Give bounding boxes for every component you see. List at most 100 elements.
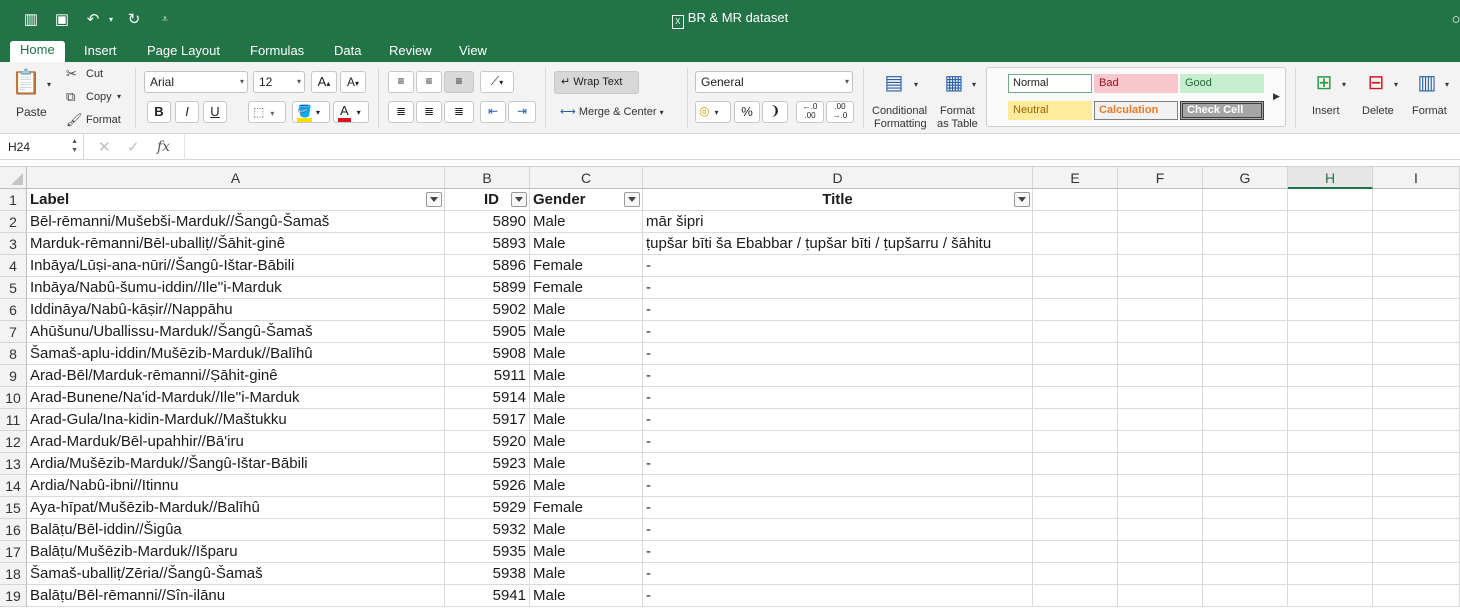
empty-cell[interactable] [1033, 343, 1118, 365]
table-cell-id[interactable]: 5893 [445, 233, 530, 255]
table-cell-gender[interactable]: Female [530, 255, 643, 277]
row-header[interactable]: 9 [0, 365, 27, 387]
table-cell-label[interactable]: Arad-Bunene/Na'id-Marduk//Ile''i-Marduk [27, 387, 445, 409]
row-header[interactable]: 16 [0, 519, 27, 541]
delete-dropdown-icon[interactable]: ▾ [1394, 80, 1398, 89]
empty-cell[interactable] [1203, 585, 1288, 607]
table-cell-label[interactable]: Balāṭu/Bēl-rēmanni//Sîn-ilānu [27, 585, 445, 607]
table-cell-title[interactable]: mār šipri [643, 211, 1033, 233]
borders-button[interactable]: ⬚ ▾ [248, 101, 286, 123]
empty-cell[interactable] [1033, 563, 1118, 585]
row-header[interactable]: 15 [0, 497, 27, 519]
table-cell-label[interactable]: Iddināya/Nabû-kāṣir//Nappāhu [27, 299, 445, 321]
empty-cell[interactable] [1288, 475, 1373, 497]
table-cell-label[interactable]: Šamaš-uballiṭ/Zēria//Šangû-Šamaš [27, 563, 445, 585]
percent-button[interactable]: % [734, 101, 760, 123]
table-cell-title[interactable]: - [643, 387, 1033, 409]
empty-cell[interactable] [1203, 233, 1288, 255]
empty-cell[interactable] [1033, 387, 1118, 409]
tab-insert[interactable]: Insert [74, 42, 127, 62]
table-cell-label[interactable]: Balāṭu/Mušēzib-Marduk//Išparu [27, 541, 445, 563]
empty-cell[interactable] [1118, 211, 1203, 233]
decrease-font-size-button[interactable]: A▾ [340, 71, 366, 93]
name-box[interactable]: H24 ▲ ▼ [0, 134, 84, 160]
style-check-cell[interactable]: Check Cell [1180, 101, 1264, 120]
fill-color-button[interactable]: 🪣 ▾ [292, 101, 330, 123]
table-cell-label[interactable]: Ahūšunu/Uballissu-Marduk//Šangû-Šamaš [27, 321, 445, 343]
header-cell-label[interactable]: Label [27, 189, 445, 211]
empty-cell[interactable] [1288, 585, 1373, 607]
font-color-button[interactable]: A ▾ [333, 101, 369, 123]
tab-page-layout[interactable]: Page Layout [137, 42, 230, 62]
row-header[interactable]: 4 [0, 255, 27, 277]
font-name-select[interactable]: Arial ▾ [144, 71, 248, 93]
column-header-b[interactable]: B [445, 167, 530, 189]
formula-input[interactable] [184, 134, 1460, 160]
row-header[interactable]: 1 [0, 189, 27, 211]
column-header-a[interactable]: A [27, 167, 445, 189]
filter-dropdown-icon[interactable] [426, 192, 442, 207]
table-cell-label[interactable]: Aya-hīpat/Mušēzib-Marduk//Balīhû [27, 497, 445, 519]
bold-button[interactable]: B [147, 101, 171, 123]
row-header[interactable]: 3 [0, 233, 27, 255]
table-cell-label[interactable]: Ardia/Nabû-ibni//Itinnu [27, 475, 445, 497]
table-cell-id[interactable]: 5899 [445, 277, 530, 299]
style-calculation[interactable]: Calculation [1094, 101, 1178, 120]
empty-cell[interactable] [1118, 387, 1203, 409]
empty-cell[interactable] [1373, 563, 1460, 585]
filter-dropdown-icon[interactable] [624, 192, 640, 207]
table-cell-title[interactable]: - [643, 453, 1033, 475]
empty-cell[interactable] [1033, 299, 1118, 321]
empty-cell[interactable] [1203, 431, 1288, 453]
table-cell-id[interactable]: 5911 [445, 365, 530, 387]
increase-font-size-button[interactable]: A▴ [311, 71, 337, 93]
row-header[interactable]: 8 [0, 343, 27, 365]
empty-cell[interactable] [1033, 255, 1118, 277]
empty-cell[interactable] [1288, 541, 1373, 563]
comma-style-button[interactable]: ❩ [762, 101, 788, 123]
table-cell-id[interactable]: 5941 [445, 585, 530, 607]
copy-label[interactable]: Copy [86, 91, 112, 103]
table-cell-id[interactable]: 5902 [445, 299, 530, 321]
decrease-decimal-button[interactable]: .00 →.0 [826, 101, 854, 123]
table-cell-title[interactable]: - [643, 541, 1033, 563]
row-header[interactable]: 2 [0, 211, 27, 233]
table-cell-gender[interactable]: Male [530, 475, 643, 497]
empty-cell[interactable] [1288, 255, 1373, 277]
table-cell-title[interactable]: - [643, 343, 1033, 365]
empty-cell[interactable] [1033, 497, 1118, 519]
empty-cell[interactable] [1033, 475, 1118, 497]
empty-cell[interactable] [1373, 475, 1460, 497]
empty-cell[interactable] [1373, 343, 1460, 365]
table-cell-title[interactable]: - [643, 277, 1033, 299]
format-cells-label[interactable]: Format [1412, 105, 1447, 117]
italic-button[interactable]: I [175, 101, 199, 123]
underline-button[interactable]: U [203, 101, 227, 123]
tab-view[interactable]: View [449, 42, 497, 62]
table-cell-label[interactable]: Marduk-rēmanni/Bēl-uballiṭ//Šāhit-ginê [27, 233, 445, 255]
empty-cell[interactable] [1118, 453, 1203, 475]
align-top-button[interactable]: ≡ [388, 71, 414, 93]
empty-cell[interactable] [1203, 189, 1288, 211]
empty-cell[interactable] [1288, 563, 1373, 585]
empty-cell[interactable] [1118, 519, 1203, 541]
table-cell-id[interactable]: 5908 [445, 343, 530, 365]
style-normal[interactable]: Normal [1008, 74, 1092, 93]
table-cell-label[interactable]: Šamaš-aplu-iddin/Mušēzib-Marduk//Balīhû [27, 343, 445, 365]
empty-cell[interactable] [1203, 255, 1288, 277]
row-header[interactable]: 13 [0, 453, 27, 475]
empty-cell[interactable] [1033, 585, 1118, 607]
empty-cell[interactable] [1288, 299, 1373, 321]
empty-cell[interactable] [1288, 519, 1373, 541]
wrap-text-button[interactable]: ↵ Wrap Text [554, 71, 639, 94]
paste-icon[interactable]: 📋 [11, 68, 41, 98]
table-cell-title[interactable]: - [643, 365, 1033, 387]
empty-cell[interactable] [1118, 277, 1203, 299]
empty-cell[interactable] [1203, 497, 1288, 519]
merge-center-button[interactable]: ⟷ Merge & Center ▾ [560, 105, 664, 118]
conditional-formatting-icon[interactable]: ▤ [880, 70, 908, 98]
empty-cell[interactable] [1203, 299, 1288, 321]
insert-dropdown-icon[interactable]: ▾ [1342, 80, 1346, 89]
format-painter-icon[interactable]: 🖌 [66, 112, 83, 128]
empty-cell[interactable] [1373, 409, 1460, 431]
